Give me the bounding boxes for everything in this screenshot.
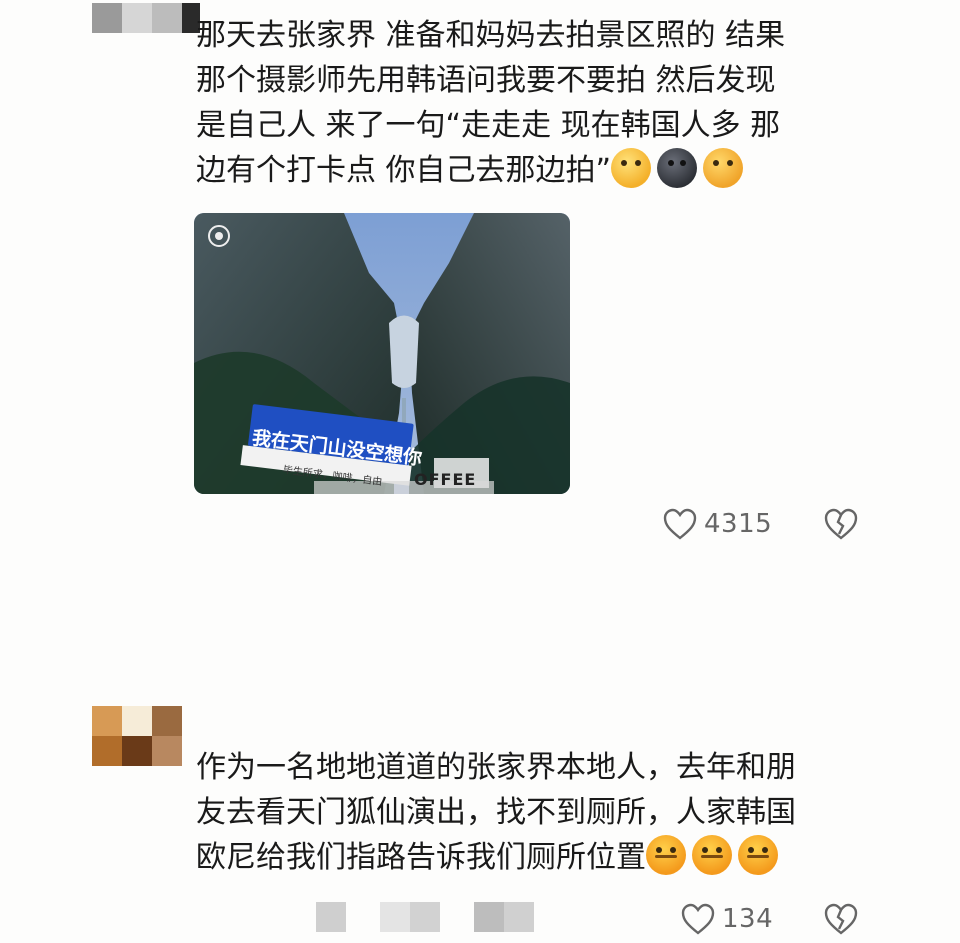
shop-text: OFFEE (414, 470, 477, 489)
attached-photo[interactable]: 我在天门山没空想你 毕生所求，咖啡，自由 OFFEE (194, 213, 570, 494)
laughing-crying-face-icon (646, 834, 686, 875)
new-moon-face-icon (657, 147, 698, 188)
avatar[interactable] (92, 706, 182, 766)
comment-line: 友去看天门狐仙演出，找不到厕所，人家韩国 (196, 795, 796, 830)
heart-outline-icon (663, 508, 697, 540)
comment-line: 作为一名地地道道的张家界本地人，去年和朋 (196, 750, 796, 785)
comment-meta-blurred (316, 902, 534, 932)
laughing-crying-face-icon (738, 834, 778, 875)
broken-heart-icon (824, 508, 858, 540)
comment-text: 作为一名地地道道的张家界本地人，去年和朋 友去看天门狐仙演出，找不到厕所，人家韩… (196, 745, 876, 880)
comment-text: 那天去张家界 准备和妈妈去拍景区照的 结果 那个摄影师先用韩语问我要不要拍 然后… (196, 13, 876, 193)
like-action[interactable]: 134 (680, 902, 773, 936)
laughing-crying-face-icon (692, 834, 732, 875)
heart-outline-icon (681, 903, 715, 935)
broken-heart-icon (824, 903, 858, 935)
comment-line: 边有个打卡点 你自己去那边拍” (196, 153, 612, 188)
like-action[interactable]: 4315 (662, 507, 772, 541)
dislike-action[interactable] (823, 507, 859, 541)
like-count: 4315 (704, 509, 773, 539)
like-count: 134 (722, 904, 774, 934)
avatar[interactable] (92, 3, 200, 33)
comment-line: 那天去张家界 准备和妈妈去拍景区照的 结果 (196, 18, 786, 53)
comment-line: 是自己人 来了一句“走走走 现在韩国人多 那 (196, 108, 781, 143)
comment-line: 那个摄影师先用韩语问我要不要拍 然后发现 (196, 63, 776, 98)
hugging-face-icon (703, 147, 744, 188)
comment-line: 欧尼给我们指路告诉我们厕所位置 (196, 840, 646, 875)
crying-face-icon (611, 147, 652, 188)
dislike-action[interactable] (823, 902, 859, 936)
